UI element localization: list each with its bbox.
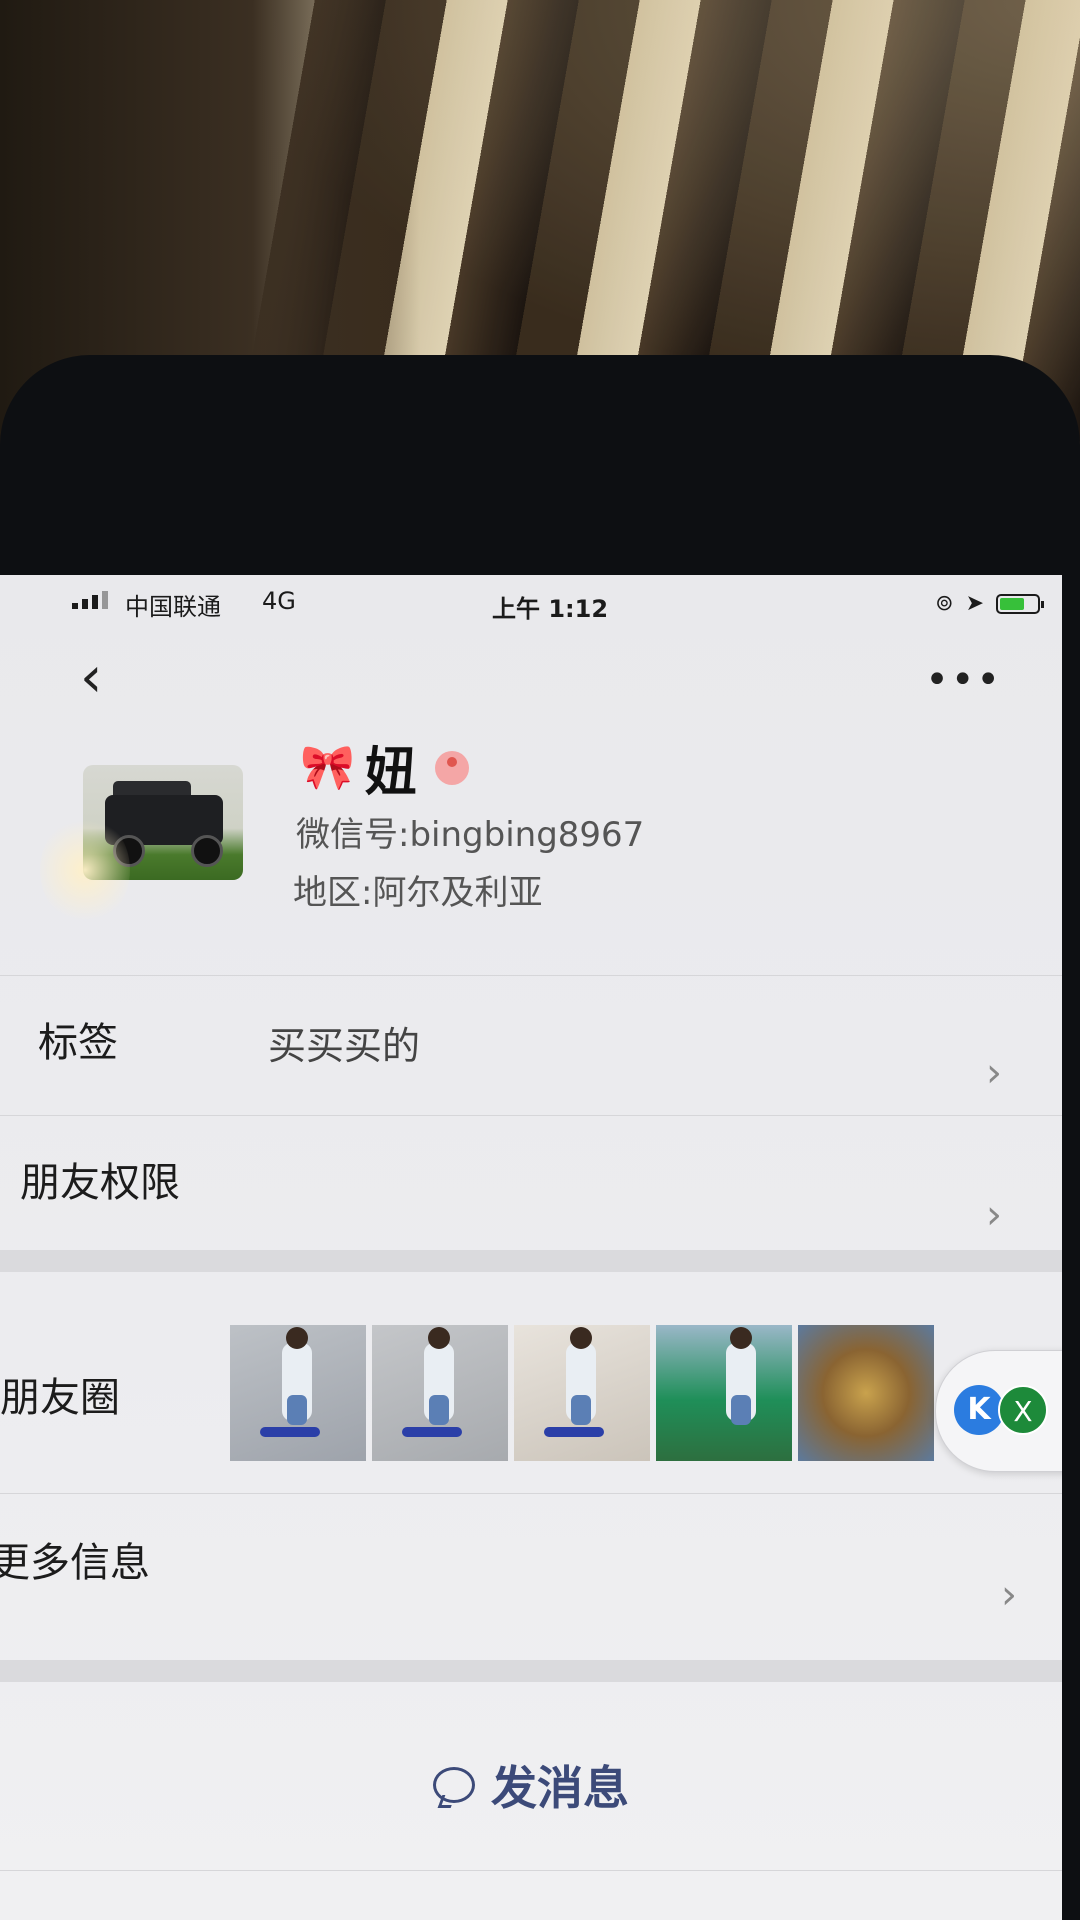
tags-value: 买买买的 — [268, 1024, 421, 1068]
moment-photo — [514, 1325, 650, 1461]
camera-glare — [40, 815, 130, 925]
bow-emoji-icon: 🎀 — [300, 741, 355, 793]
moment-photo — [656, 1325, 792, 1461]
send-message-label: 发消息 — [491, 1761, 629, 1815]
moment-photo — [230, 1325, 366, 1461]
status-bar: 中国联通 4G 上午 1:12 ⊚ ➤ — [0, 575, 1062, 635]
floating-assistant-widget[interactable]: K X — [935, 1350, 1062, 1472]
region-label: 地区: — [293, 873, 373, 913]
wechat-id: 微信号:bingbing8967 — [296, 807, 644, 856]
profile-nickname: 妞 — [364, 743, 417, 803]
avatar-car-wheel — [191, 835, 223, 867]
female-gender-icon — [434, 750, 469, 785]
more-info-label: 更多信息 — [0, 1540, 150, 1586]
divider — [0, 1870, 1062, 1871]
k-app-icon[interactable]: K — [954, 1385, 1004, 1435]
region: 地区:阿尔及利亚 — [293, 865, 542, 914]
carrier-name: 中国联通 — [125, 593, 221, 621]
phone-screen: 中国联通 4G 上午 1:12 ⊚ ➤ ‹ ••• 🎀 妞 微信号:bingbi… — [0, 575, 1062, 1920]
chevron-right-icon: › — [986, 1050, 1002, 1096]
moment-photo — [798, 1325, 934, 1461]
back-chevron-icon[interactable]: ‹ — [80, 650, 102, 706]
divider — [0, 1493, 1062, 1494]
send-message-button[interactable]: 发消息 — [0, 1725, 1062, 1845]
wechat-id-label: 微信号: — [296, 815, 410, 855]
location-arrow-icon: ➤ — [965, 591, 984, 616]
x-app-icon[interactable]: X — [998, 1385, 1048, 1435]
chevron-right-icon: › — [986, 1192, 1002, 1238]
status-icons: ⊚ ➤ — [935, 591, 1044, 616]
moments-label: 朋友圈 — [0, 1375, 120, 1421]
signal-strength-icon — [72, 591, 108, 609]
friend-permissions-label: 朋友权限 — [20, 1160, 180, 1206]
section-gap — [0, 1660, 1062, 1682]
divider — [0, 975, 1062, 976]
rotation-lock-icon: ⊚ — [935, 591, 954, 616]
network-type: 4G — [262, 587, 296, 615]
moment-photo — [372, 1325, 508, 1461]
name-row: 🎀 妞 — [300, 730, 469, 805]
status-time: 上午 1:12 — [492, 595, 609, 623]
wechat-id-value: bingbing8967 — [409, 815, 645, 855]
tags-label: 标签 — [38, 1020, 118, 1066]
region-value: 阿尔及利亚 — [372, 873, 543, 913]
more-dots-icon[interactable]: ••• — [925, 660, 1002, 700]
moments-thumbnails — [230, 1325, 934, 1461]
chevron-right-icon: › — [1001, 1572, 1017, 1618]
divider — [0, 1115, 1062, 1116]
chat-bubble-icon — [433, 1767, 475, 1803]
battery-icon — [996, 593, 1044, 614]
section-gap — [0, 1250, 1062, 1272]
